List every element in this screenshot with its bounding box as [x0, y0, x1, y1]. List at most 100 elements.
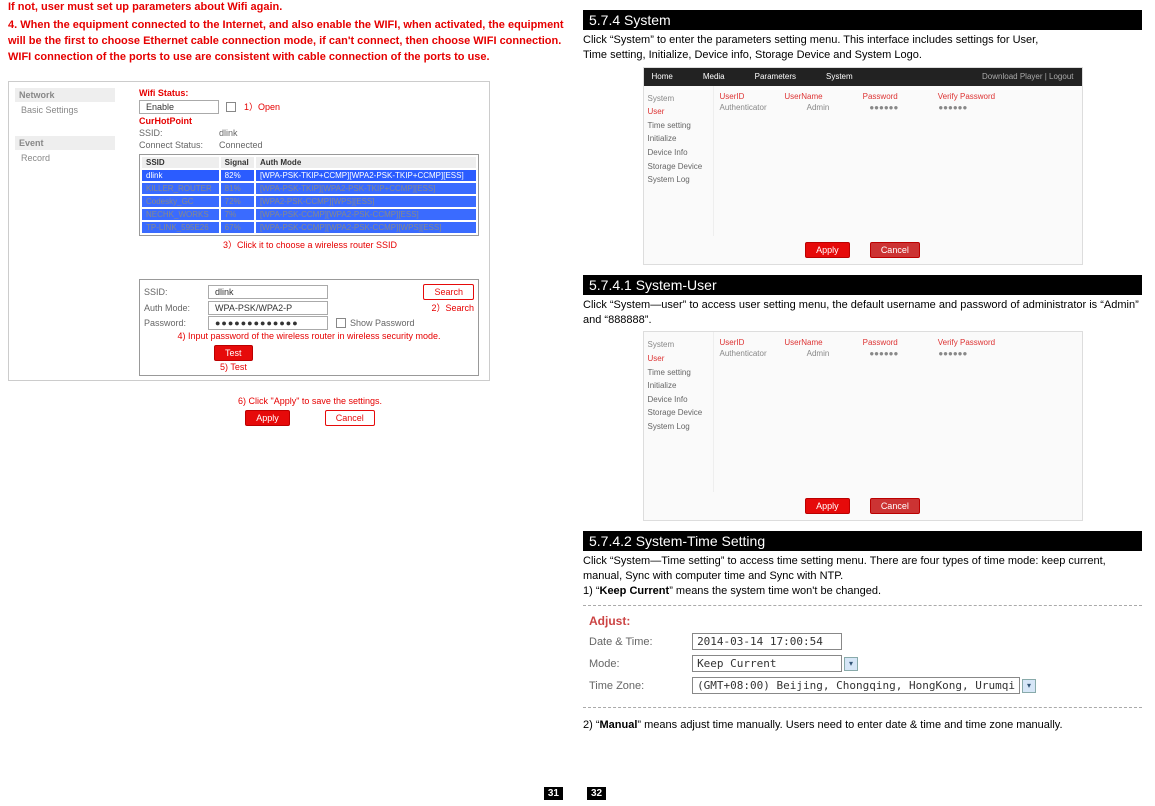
tip6: 6) Click "Apply" to save the settings. — [139, 396, 481, 406]
dt-input[interactable]: 2014-03-14 17:00:54 — [692, 633, 842, 650]
mode-label: Mode: — [589, 658, 689, 670]
side2-time[interactable]: Time setting — [648, 366, 709, 380]
col2-uid: UserID — [720, 338, 745, 347]
cell: 7% — [221, 209, 254, 220]
showpwd-checkbox[interactable] — [336, 318, 346, 328]
network-table: SSID Signal Auth Mode dlink82%[WPA-PSK-T… — [139, 154, 479, 236]
page-number: 32 — [587, 787, 606, 800]
col-vpwd: Verify Password — [938, 92, 995, 101]
nav-download[interactable]: Download Player | Logout — [982, 72, 1073, 81]
side2-user[interactable]: User — [648, 352, 709, 366]
cell: [WPA-PSK-TKIP+CCMP][WPA2-PSK-TKIP+CCMP][… — [256, 170, 476, 181]
sys2-apply-button[interactable]: Apply — [805, 498, 850, 514]
test-button[interactable]: Test — [214, 345, 253, 361]
curhot-label: CurHotPoint — [139, 116, 481, 126]
cell: [WPA2-PSK-CCMP][WPS][ESS] — [256, 196, 476, 207]
col2-uname: UserName — [784, 338, 822, 347]
chevron-down-icon[interactable]: ▾ — [1022, 679, 1036, 693]
search-button[interactable]: Search — [423, 284, 474, 300]
txt-bold: Manual — [600, 719, 638, 731]
table-row[interactable]: dlink82%[WPA-PSK-TKIP+CCMP][WPA2-PSK-TKI… — [142, 170, 476, 181]
table-row[interactable]: TP-LINK_595E2667%[WPA-PSK-CCMP][WPA2-PSK… — [142, 222, 476, 233]
mode-select[interactable]: Keep Current — [692, 655, 842, 672]
col-uid: UserID — [720, 92, 745, 101]
side-init[interactable]: Initialize — [648, 132, 709, 146]
sys-side2: System User Time setting Initialize Devi… — [644, 332, 714, 492]
sys-apply-button[interactable]: Apply — [805, 242, 850, 258]
enable-input[interactable]: Enable — [139, 100, 219, 114]
side-network: Network — [15, 88, 115, 102]
nav-home[interactable]: Home — [652, 72, 673, 81]
right-page: 5.7.4 System Click “System” to enter the… — [575, 0, 1150, 806]
txt: 2) “ — [583, 719, 600, 731]
table-row[interactable]: NECHK_WORKS7%[WPA-PSK-CCMP][WPA2-PSK-CCM… — [142, 209, 476, 220]
row2-auth: Authenticator — [720, 349, 767, 358]
side2-log[interactable]: System Log — [648, 420, 709, 434]
col2-vpwd: Verify Password — [938, 338, 995, 347]
cell: [WPA-PSK-TKIP][WPA2-PSK-TKIP+CCMP][ESS] — [256, 183, 476, 194]
system-screenshot-1: Home Media Parameters System Download Pl… — [643, 67, 1083, 265]
ssid-label: SSID: — [139, 128, 219, 138]
wifi-area: Wifi Status: Enable 1）Open CurHotPoint S… — [139, 88, 481, 426]
wifi-status-label: Wifi Status: — [139, 88, 481, 98]
cancel-button[interactable]: Cancel — [325, 410, 375, 426]
lower-group: SSID: dlink Search Auth Mode: WPA-PSK/WP… — [139, 279, 479, 376]
pwd-input[interactable]: ●●●●●●●●●●●●● — [208, 316, 328, 330]
th-auth: Auth Mode — [256, 157, 476, 168]
row2-pwd: ●●●●●● — [869, 349, 898, 358]
cell: Codesky_GC — [142, 196, 219, 207]
side-dev[interactable]: Device Info — [648, 146, 709, 160]
adjust-label: Adjust: — [589, 614, 1136, 628]
cell: 81% — [221, 183, 254, 194]
cell: 72% — [221, 196, 254, 207]
side-log[interactable]: System Log — [648, 173, 709, 187]
nav-media[interactable]: Media — [703, 72, 725, 81]
side2-store[interactable]: Storage Device — [648, 406, 709, 420]
table-row[interactable]: Codesky_GC72%[WPA2-PSK-CCMP][WPS][ESS] — [142, 196, 476, 207]
auth-input[interactable]: WPA-PSK/WPA2-P — [208, 301, 328, 315]
sys-cancel-button[interactable]: Cancel — [870, 242, 920, 258]
cell: dlink — [142, 170, 219, 181]
txt: ” means adjust time manually. Users need… — [637, 719, 1062, 731]
row2-admin: Admin — [807, 349, 830, 358]
sys-topbar: Home Media Parameters System Download Pl… — [644, 68, 1082, 86]
cell: NECHK_WORKS — [142, 209, 219, 220]
heading-574: 5.7.4 System — [583, 10, 1142, 30]
side-store[interactable]: Storage Device — [648, 160, 709, 174]
ssid-value: dlink — [219, 128, 238, 138]
warning-text-1: If not, user must set up parameters abou… — [8, 0, 567, 16]
sys2-cancel-button[interactable]: Cancel — [870, 498, 920, 514]
nav-param[interactable]: Parameters — [755, 72, 796, 81]
system-screenshot-2: System User Time setting Initialize Devi… — [643, 331, 1083, 521]
dt-label: Date & Time: — [589, 636, 689, 648]
text-574: Click “System” to enter the parameters s… — [583, 33, 1142, 63]
tz-label: Time Zone: — [589, 680, 689, 692]
tz-select[interactable]: (GMT+08:00) Beijing, Chongqing, HongKong… — [692, 677, 1020, 694]
th-ssid: SSID — [142, 157, 219, 168]
warning-text-2: 4. When the equipment connected to the I… — [8, 18, 567, 66]
th-signal: Signal — [221, 157, 254, 168]
left-page: If not, user must set up parameters abou… — [0, 0, 575, 806]
side-record: Record — [15, 152, 115, 164]
apply-button[interactable]: Apply — [245, 410, 290, 426]
table-row[interactable]: KILLER_ROUTER81%[WPA-PSK-TKIP][WPA2-PSK-… — [142, 183, 476, 194]
ssid2-label: SSID: — [144, 287, 204, 297]
chevron-down-icon[interactable]: ▾ — [844, 657, 858, 671]
enable-checkbox[interactable] — [226, 102, 236, 112]
nav-system[interactable]: System — [826, 72, 853, 81]
side-time[interactable]: Time setting — [648, 119, 709, 133]
side-user[interactable]: User — [648, 105, 709, 119]
cell: 67% — [221, 222, 254, 233]
text-5742a: Click “System—Time setting” to access ti… — [583, 554, 1142, 584]
tip5: 5) Test — [220, 362, 474, 372]
wifi-screenshot: Network Basic Settings Event Record Wifi… — [8, 81, 490, 381]
side2-init[interactable]: Initialize — [648, 379, 709, 393]
ssid2-input[interactable]: dlink — [208, 285, 328, 299]
text-5742b: 1) “Keep Current” means the system time … — [583, 584, 1142, 599]
tip-open: 1）Open — [244, 102, 280, 112]
tip3: 3）Click it to choose a wireless router S… — [139, 238, 481, 251]
text-line: Time setting, Initialize, Device info, S… — [583, 49, 922, 61]
tip2: 2）Search — [431, 301, 474, 314]
side2-dev[interactable]: Device Info — [648, 393, 709, 407]
row-auth: Authenticator — [720, 103, 767, 112]
